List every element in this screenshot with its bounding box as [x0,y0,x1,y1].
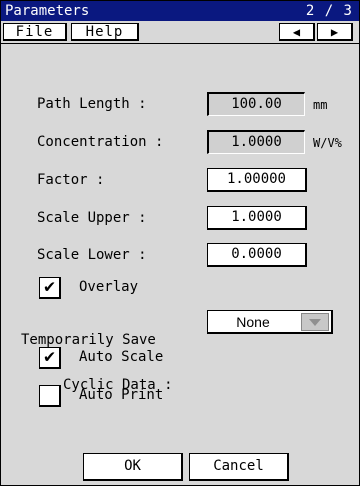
path-length-value: 100.00 [207,92,305,116]
help-menu-button[interactable]: Help [71,23,139,41]
path-length-unit: mm [313,98,328,112]
right-arrow-icon: ▶ [330,25,339,39]
check-mark-icon: ✔ [44,346,55,367]
factor-input[interactable]: 1.00000 [207,168,307,192]
overlay-label: Overlay [79,279,139,295]
ok-button[interactable]: OK [83,453,183,481]
factor-label: Factor : [37,172,105,188]
window-title: Parameters [5,3,90,19]
page-indicator: 2 / 3 [305,3,353,19]
cyclic-data-select[interactable]: None [207,310,333,334]
previous-page-button[interactable]: ◀ [279,23,315,41]
auto-print-label: Auto Print [79,387,164,403]
parameters-window: Parameters 2 / 3 File Help ◀ ▶ Path Leng… [0,0,360,486]
auto-scale-label: Auto Scale [79,349,164,365]
next-page-button[interactable]: ▶ [317,23,353,41]
auto-print-checkbox[interactable] [39,385,61,407]
concentration-unit: W/V% [313,136,342,150]
title-bar: Parameters 2 / 3 [1,1,359,21]
concentration-value: 1.0000 [207,130,305,154]
auto-scale-checkbox[interactable]: ✔ [39,347,61,369]
concentration-label: Concentration : [37,134,164,150]
scale-upper-input[interactable]: 1.0000 [207,206,307,230]
menu-bar: File Help ◀ ▶ [1,21,359,44]
path-length-label: Path Length : [37,96,147,112]
dropdown-arrow-icon[interactable] [301,313,329,331]
overlay-checkbox[interactable]: ✔ [39,277,61,299]
cancel-button[interactable]: Cancel [189,453,289,481]
left-arrow-icon: ◀ [292,25,301,39]
scale-lower-input[interactable]: 0.0000 [207,243,307,267]
file-menu-button[interactable]: File [3,23,67,41]
scale-upper-label: Scale Upper : [37,210,147,226]
cyclic-data-selected-value: None [236,314,270,330]
scale-lower-label: Scale Lower : [37,247,147,263]
check-mark-icon: ✔ [44,276,55,297]
